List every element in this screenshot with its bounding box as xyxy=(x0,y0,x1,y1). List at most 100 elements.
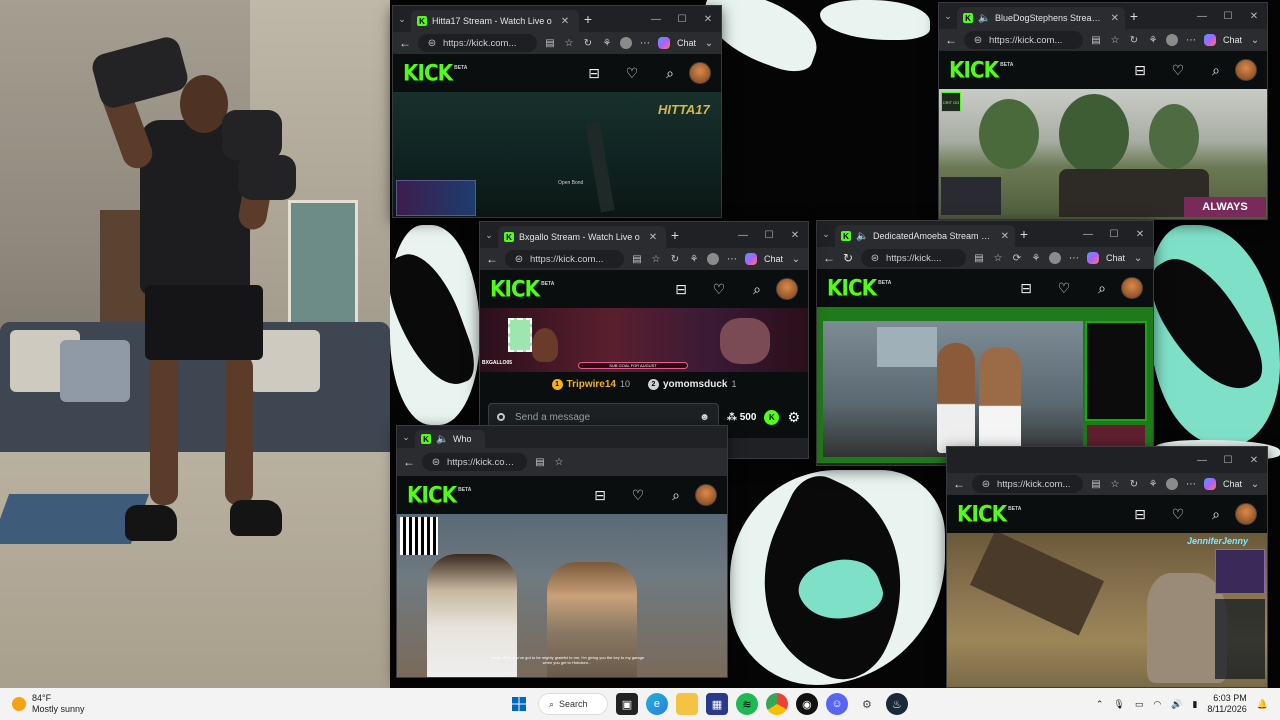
back-icon[interactable]: ← xyxy=(399,36,411,50)
sync-icon[interactable]: ⟳ xyxy=(1011,253,1023,264)
notification-icon[interactable]: 🔔 xyxy=(1257,699,1268,710)
user-avatar[interactable] xyxy=(689,62,711,84)
chat-button[interactable]: Chat xyxy=(764,254,783,264)
new-tab-icon[interactable]: + xyxy=(1125,8,1143,24)
search-icon[interactable]: ⌕ xyxy=(1197,506,1235,523)
extensions-icon[interactable]: ⚘ xyxy=(688,254,700,265)
minimize-icon[interactable]: — xyxy=(643,14,669,25)
reader-icon[interactable]: ▤ xyxy=(544,38,556,49)
browser-window-bxgallo[interactable]: ⌄ K Bxgallo Stream - Watch Live o ✕ + — … xyxy=(479,221,809,459)
site-info-icon[interactable]: ⊜ xyxy=(972,35,984,46)
profile-avatar-icon[interactable] xyxy=(1165,34,1178,46)
user-avatar[interactable] xyxy=(1235,503,1257,525)
browser-tab[interactable]: K Bxgallo Stream - Watch Live o ✕ xyxy=(498,226,666,248)
browser-tab[interactable]: K 🔈 DedicatedAmoeba Stream - W ✕ xyxy=(835,225,1015,247)
back-icon[interactable]: ← xyxy=(945,33,957,47)
tab-search-icon[interactable]: ⌄ xyxy=(393,14,411,25)
back-icon[interactable]: ← xyxy=(486,252,498,266)
browser-tab[interactable]: K 🔈 BlueDogStephens Stream - W ✕ xyxy=(957,7,1125,29)
user-avatar[interactable] xyxy=(776,278,798,300)
favorite-star-icon[interactable]: ☆ xyxy=(563,38,575,49)
tab-search-icon[interactable]: ⌄ xyxy=(817,229,835,240)
heart-icon[interactable]: ♡ xyxy=(700,281,738,298)
heart-icon[interactable]: ♡ xyxy=(1045,280,1083,297)
chat-button[interactable]: Chat xyxy=(1106,253,1125,263)
close-tab-icon[interactable]: ✕ xyxy=(561,16,569,27)
wifi-icon[interactable]: ◠ xyxy=(1153,699,1161,710)
emoji-icon[interactable]: ☻ xyxy=(699,412,710,423)
stream-video[interactable]: Lucas: Well, you've got to be mighty gra… xyxy=(397,514,727,677)
back-icon[interactable]: ← xyxy=(403,455,415,469)
tab-search-icon[interactable]: ⌄ xyxy=(397,432,415,443)
url-field[interactable]: ⊜ https://kick.com... xyxy=(972,475,1083,493)
search-icon[interactable]: ⌕ xyxy=(738,281,776,298)
maximize-icon[interactable]: ☐ xyxy=(1101,229,1127,240)
battery-icon[interactable]: ▮ xyxy=(1192,699,1197,710)
chrome-icon[interactable] xyxy=(765,693,788,715)
speaker-icon[interactable]: 🔈 xyxy=(856,231,868,242)
edge-icon[interactable]: e xyxy=(645,693,668,715)
favorite-star-icon[interactable]: ☆ xyxy=(650,254,662,265)
chat-badge-icon[interactable] xyxy=(497,413,505,421)
refresh-icon[interactable]: ↻ xyxy=(1128,35,1140,46)
browser-tab[interactable]: K Hitta17 Stream - Watch Live o ✕ xyxy=(411,10,579,32)
close-window-icon[interactable]: ✕ xyxy=(782,230,808,241)
kick-logo[interactable]: KICK xyxy=(949,57,999,83)
library-icon[interactable]: ⊟ xyxy=(1007,280,1045,297)
new-tab-icon[interactable]: + xyxy=(579,11,597,27)
copilot-icon[interactable] xyxy=(1203,34,1216,46)
settings-icon[interactable]: ⚙ xyxy=(856,693,878,715)
back-icon[interactable]: ← xyxy=(823,251,835,265)
extensions-icon[interactable]: ⚘ xyxy=(1030,253,1042,264)
store-icon[interactable]: ▦ xyxy=(705,693,728,715)
minimize-icon[interactable]: — xyxy=(1189,11,1215,22)
close-window-icon[interactable]: ✕ xyxy=(1127,229,1153,240)
chat-button[interactable]: Chat xyxy=(1223,479,1242,489)
site-info-icon[interactable]: ⊜ xyxy=(980,479,992,490)
steam-icon[interactable]: ♨ xyxy=(885,693,908,715)
chevron-down-icon[interactable]: ⌄ xyxy=(1132,253,1144,264)
more-icon[interactable]: ⋯ xyxy=(1185,35,1197,46)
extensions-icon[interactable]: ⚘ xyxy=(1147,479,1159,490)
minimize-icon[interactable]: — xyxy=(1075,229,1101,240)
copilot-icon[interactable] xyxy=(744,253,757,265)
close-window-icon[interactable]: ✕ xyxy=(1241,11,1267,22)
maximize-icon[interactable]: ☐ xyxy=(756,230,782,241)
copilot-icon[interactable] xyxy=(1087,252,1099,264)
stream-video[interactable]: HITTA17 Open Bond xyxy=(393,92,721,217)
discord-icon[interactable]: ☺ xyxy=(825,693,848,715)
kick-logo[interactable]: KICK xyxy=(827,275,877,301)
kick-logo[interactable]: KICK xyxy=(490,276,540,302)
user-avatar[interactable] xyxy=(1121,277,1143,299)
browser-window-jennifer[interactable]: — ☐ ✕ ← ⊜ https://kick.com... ▤ ☆ ↻ ⚘ ⋯ … xyxy=(946,446,1268,688)
extensions-icon[interactable]: ⚘ xyxy=(1147,35,1159,46)
search-icon[interactable]: ⌕ xyxy=(1197,62,1235,79)
chat-button[interactable]: Chat xyxy=(677,38,696,48)
tab-search-icon[interactable]: ⌄ xyxy=(939,11,957,22)
speaker-icon[interactable]: 🔈 xyxy=(436,434,448,445)
library-icon[interactable]: ⊟ xyxy=(581,487,619,504)
stream-video[interactable]: BXGALLO05 SUB GOAL FOR AUGUST xyxy=(480,308,808,372)
profile-avatar-icon[interactable] xyxy=(1165,478,1178,490)
weather-widget[interactable]: 84°F Mostly sunny xyxy=(0,693,200,715)
site-info-icon[interactable]: ⊜ xyxy=(869,253,881,264)
heart-icon[interactable]: ♡ xyxy=(1159,506,1197,523)
maximize-icon[interactable]: ☐ xyxy=(1215,455,1241,466)
url-field[interactable]: ⊜ https://kick.com... xyxy=(422,453,527,471)
heart-icon[interactable]: ♡ xyxy=(613,65,651,82)
more-icon[interactable]: ⋯ xyxy=(726,254,738,265)
library-icon[interactable]: ⊟ xyxy=(1121,62,1159,79)
url-field[interactable]: ⊜ https://kick.... xyxy=(861,249,966,267)
back-icon[interactable]: ← xyxy=(953,477,965,491)
copilot-icon[interactable] xyxy=(1203,478,1216,490)
heart-icon[interactable]: ♡ xyxy=(619,487,657,504)
favorite-star-icon[interactable]: ☆ xyxy=(1109,479,1121,490)
obs-icon[interactable]: ◉ xyxy=(795,693,818,715)
reader-icon[interactable]: ▤ xyxy=(631,254,643,265)
library-icon[interactable]: ⊟ xyxy=(575,65,613,82)
search-icon[interactable]: ⌕ xyxy=(1083,280,1121,297)
browser-window-amoeba[interactable]: ⌄ K 🔈 DedicatedAmoeba Stream - W ✕ + — ☐… xyxy=(816,220,1154,466)
start-button[interactable] xyxy=(508,693,530,715)
close-tab-icon[interactable]: ✕ xyxy=(649,232,657,243)
reader-icon[interactable]: ▤ xyxy=(534,457,546,468)
